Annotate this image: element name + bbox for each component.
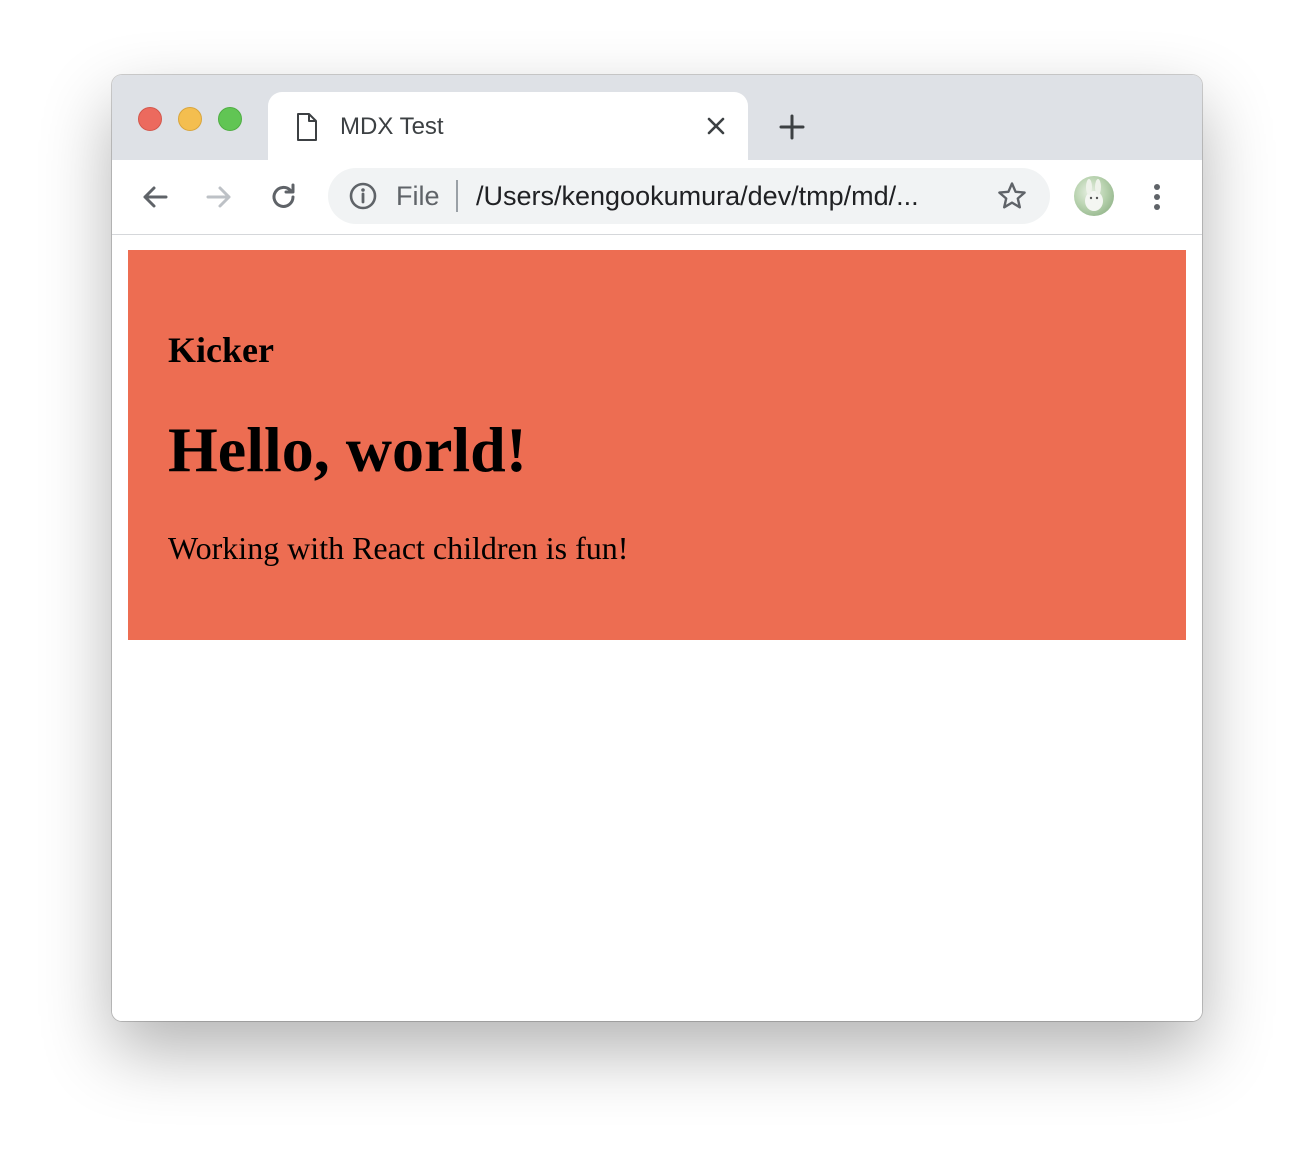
window-close-button[interactable] xyxy=(138,107,162,131)
body-paragraph: Working with React children is fun! xyxy=(168,530,629,566)
avatar[interactable] xyxy=(1074,176,1114,216)
page-title: Hello, world! xyxy=(168,414,528,485)
info-icon[interactable] xyxy=(348,181,378,211)
reload-icon[interactable] xyxy=(267,180,301,214)
url-scheme-label: File xyxy=(396,181,440,211)
browser-toolbar: File /Users/kengookumura/dev/tmp/md/... xyxy=(112,160,1202,235)
browser-window: MDX Test File /Users/kengookumura/dev/tm… xyxy=(112,75,1202,1021)
arrow-right-icon[interactable] xyxy=(202,180,236,214)
hero-banner: Kicker Hello, world! Working with React … xyxy=(128,250,1186,640)
url-text[interactable]: /Users/kengookumura/dev/tmp/md/... xyxy=(476,180,972,212)
kicker-heading: Kicker xyxy=(168,330,274,370)
star-icon[interactable] xyxy=(996,180,1028,212)
tab-title: MDX Test xyxy=(340,113,444,140)
window-minimize-button[interactable] xyxy=(178,107,202,131)
tab-strip: MDX Test xyxy=(112,75,1202,160)
plus-icon[interactable] xyxy=(776,111,808,143)
arrow-left-icon[interactable] xyxy=(138,180,172,214)
profile-picture-icon xyxy=(1085,179,1103,211)
address-bar[interactable]: File /Users/kengookumura/dev/tmp/md/... xyxy=(328,168,1050,224)
kebab-menu-icon[interactable] xyxy=(1144,180,1170,214)
document-icon xyxy=(297,113,317,141)
close-icon[interactable] xyxy=(704,114,728,138)
window-zoom-button[interactable] xyxy=(218,107,242,131)
tab-mdx-test[interactable]: MDX Test xyxy=(268,92,748,160)
page-viewport: Kicker Hello, world! Working with React … xyxy=(112,235,1202,1021)
address-separator xyxy=(456,180,458,212)
